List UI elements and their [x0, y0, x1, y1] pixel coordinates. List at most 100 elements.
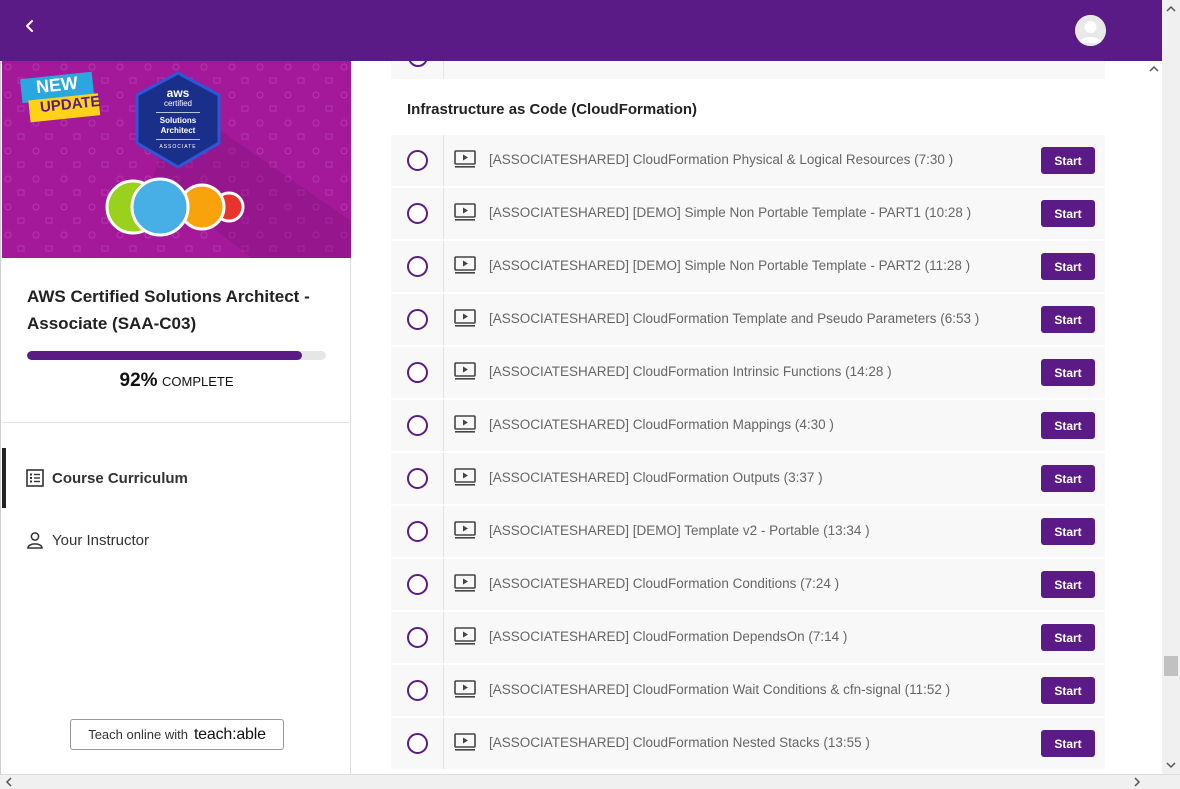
start-button[interactable]: Start: [1041, 465, 1095, 492]
scrollbar-thumb[interactable]: [1164, 656, 1178, 676]
chevron-left-icon: [26, 20, 33, 32]
row-separator: [443, 453, 444, 504]
lecture-row[interactable]: [ASSOCIATESHARED] CloudFormation Nested …: [391, 718, 1105, 769]
lecture-row[interactable]: [ASSOCIATESHARED] CloudFormation Depends…: [391, 612, 1105, 663]
curriculum-panel: Infrastructure as Code (CloudFormation) …: [351, 61, 1144, 774]
user-avatar[interactable]: [1075, 15, 1106, 46]
cert-level-text: ASSOCIATE: [159, 144, 197, 150]
row-separator: [443, 294, 444, 345]
scroll-left-arrow-icon[interactable]: [2, 775, 16, 789]
start-button[interactable]: Start: [1041, 624, 1095, 651]
video-play-icon: [454, 203, 476, 221]
lecture-status-circle[interactable]: [407, 521, 428, 542]
scroll-right-arrow-icon[interactable]: [1130, 775, 1144, 789]
lecture-status-circle[interactable]: [407, 574, 428, 595]
start-button[interactable]: Start: [1041, 412, 1095, 439]
course-banner: NEW UPDATE aws certified Solutions Archi…: [2, 61, 351, 258]
sidebar-item-label: Your Instructor: [52, 531, 149, 549]
teach-online-button[interactable]: Teach online with teach:able: [70, 719, 284, 750]
lecture-row[interactable]: [ASSOCIATESHARED] CloudFormation Wait Co…: [391, 665, 1105, 716]
lecture-status-circle[interactable]: [407, 733, 428, 754]
content-gutter: [1144, 61, 1162, 774]
lecture-status-circle[interactable]: [407, 362, 428, 383]
start-button[interactable]: Start: [1041, 677, 1095, 704]
row-separator: [443, 400, 444, 451]
row-separator: [443, 188, 444, 239]
progress-bar: [27, 351, 326, 360]
lecture-row[interactable]: [ASSOCIATESHARED] [DEMO] Simple Non Port…: [391, 188, 1105, 239]
video-play-icon: [454, 362, 476, 380]
video-play-icon: [454, 627, 476, 645]
lecture-row[interactable]: [ASSOCIATESHARED] [DEMO] Simple Non Port…: [391, 241, 1105, 292]
panel-scroll-up-icon[interactable]: [1147, 62, 1161, 76]
lecture-status-circle[interactable]: [407, 680, 428, 701]
lecture-status-circle[interactable]: [407, 309, 428, 330]
horizontal-scrollbar[interactable]: [0, 774, 1180, 789]
lecture-title: [ASSOCIATESHARED] CloudFormation Depends…: [489, 629, 848, 644]
lecture-status-circle[interactable]: [408, 61, 428, 67]
lecture-title: [ASSOCIATESHARED] [DEMO] Simple Non Port…: [489, 205, 972, 220]
row-separator: [443, 241, 444, 292]
lecture-row[interactable]: [ASSOCIATESHARED] CloudFormation Templat…: [391, 294, 1105, 345]
vertical-scrollbar[interactable]: [1162, 0, 1180, 774]
video-play-icon: [454, 468, 476, 486]
teach-online-label: Teach online with: [88, 727, 188, 742]
video-play-icon: [454, 574, 476, 592]
list-icon: [26, 469, 44, 487]
start-button[interactable]: Start: [1041, 571, 1095, 598]
video-play-icon: [454, 680, 476, 698]
lecture-status-circle[interactable]: [407, 256, 428, 277]
previous-lecture-row[interactable]: [391, 61, 1105, 79]
start-button[interactable]: Start: [1041, 306, 1095, 333]
lecture-row[interactable]: [ASSOCIATESHARED] [DEMO] Template v2 - P…: [391, 506, 1105, 557]
progress-complete-label: COMPLETE: [161, 374, 234, 389]
lecture-status-circle[interactable]: [407, 150, 428, 171]
lecture-row[interactable]: [ASSOCIATESHARED] CloudFormation Physica…: [391, 135, 1105, 186]
start-button[interactable]: Start: [1041, 253, 1095, 280]
start-button[interactable]: Start: [1041, 359, 1095, 386]
row-separator: [443, 612, 444, 663]
new-badge-label: NEW: [35, 72, 79, 98]
row-separator: [443, 506, 444, 557]
lecture-row[interactable]: [ASSOCIATESHARED] CloudFormation Intrins…: [391, 347, 1105, 398]
lecture-title: [ASSOCIATESHARED] CloudFormation Outputs…: [489, 470, 823, 485]
video-play-icon: [454, 733, 476, 751]
user-avatar-icon: [1075, 15, 1106, 46]
start-button[interactable]: Start: [1041, 147, 1095, 174]
back-button[interactable]: [18, 14, 42, 38]
start-button[interactable]: Start: [1041, 518, 1095, 545]
sidebar-item-your-instructor[interactable]: Your Instructor: [2, 510, 351, 570]
cert-line1-text: Solutions: [159, 116, 197, 125]
sidebar-divider: [2, 422, 351, 423]
lecture-row[interactable]: [ASSOCIATESHARED] CloudFormation Mapping…: [391, 400, 1105, 451]
video-play-icon: [454, 256, 476, 274]
lecture-status-circle[interactable]: [407, 627, 428, 648]
lecture-status-circle[interactable]: [407, 415, 428, 436]
lecture-title: [ASSOCIATESHARED] CloudFormation Intrins…: [489, 364, 892, 379]
start-button[interactable]: Start: [1041, 730, 1095, 757]
lecture-list: [ASSOCIATESHARED] CloudFormation Physica…: [391, 135, 1105, 771]
row-separator: [443, 347, 444, 398]
lecture-row[interactable]: [ASSOCIATESHARED] CloudFormation Outputs…: [391, 453, 1105, 504]
progress-percent: 92%: [119, 370, 158, 391]
start-button[interactable]: Start: [1041, 200, 1095, 227]
sidebar: NEW UPDATE aws certified Solutions Archi…: [0, 61, 351, 774]
scroll-down-arrow-icon[interactable]: [1164, 758, 1178, 772]
sidebar-item-course-curriculum[interactable]: Course Curriculum: [2, 448, 351, 508]
lecture-row[interactable]: [ASSOCIATESHARED] CloudFormation Conditi…: [391, 559, 1105, 610]
row-separator: [443, 665, 444, 716]
top-bar: [0, 0, 1162, 61]
lecture-status-circle[interactable]: [407, 203, 428, 224]
progress-fill: [27, 351, 303, 360]
lecture-title: [ASSOCIATESHARED] CloudFormation Physica…: [489, 152, 954, 167]
cert-line2-text: Architect: [160, 126, 196, 135]
person-icon: [26, 531, 44, 549]
teachable-logo: teach:able: [193, 725, 266, 743]
scroll-up-arrow-icon[interactable]: [1164, 2, 1178, 16]
video-play-icon: [454, 309, 476, 327]
lecture-title: [ASSOCIATESHARED] CloudFormation Nested …: [489, 735, 870, 750]
lecture-title: [ASSOCIATESHARED] [DEMO] Simple Non Port…: [489, 258, 971, 273]
lecture-status-circle[interactable]: [407, 468, 428, 489]
row-separator: [443, 718, 444, 769]
sidebar-item-label: Course Curriculum: [52, 469, 188, 487]
